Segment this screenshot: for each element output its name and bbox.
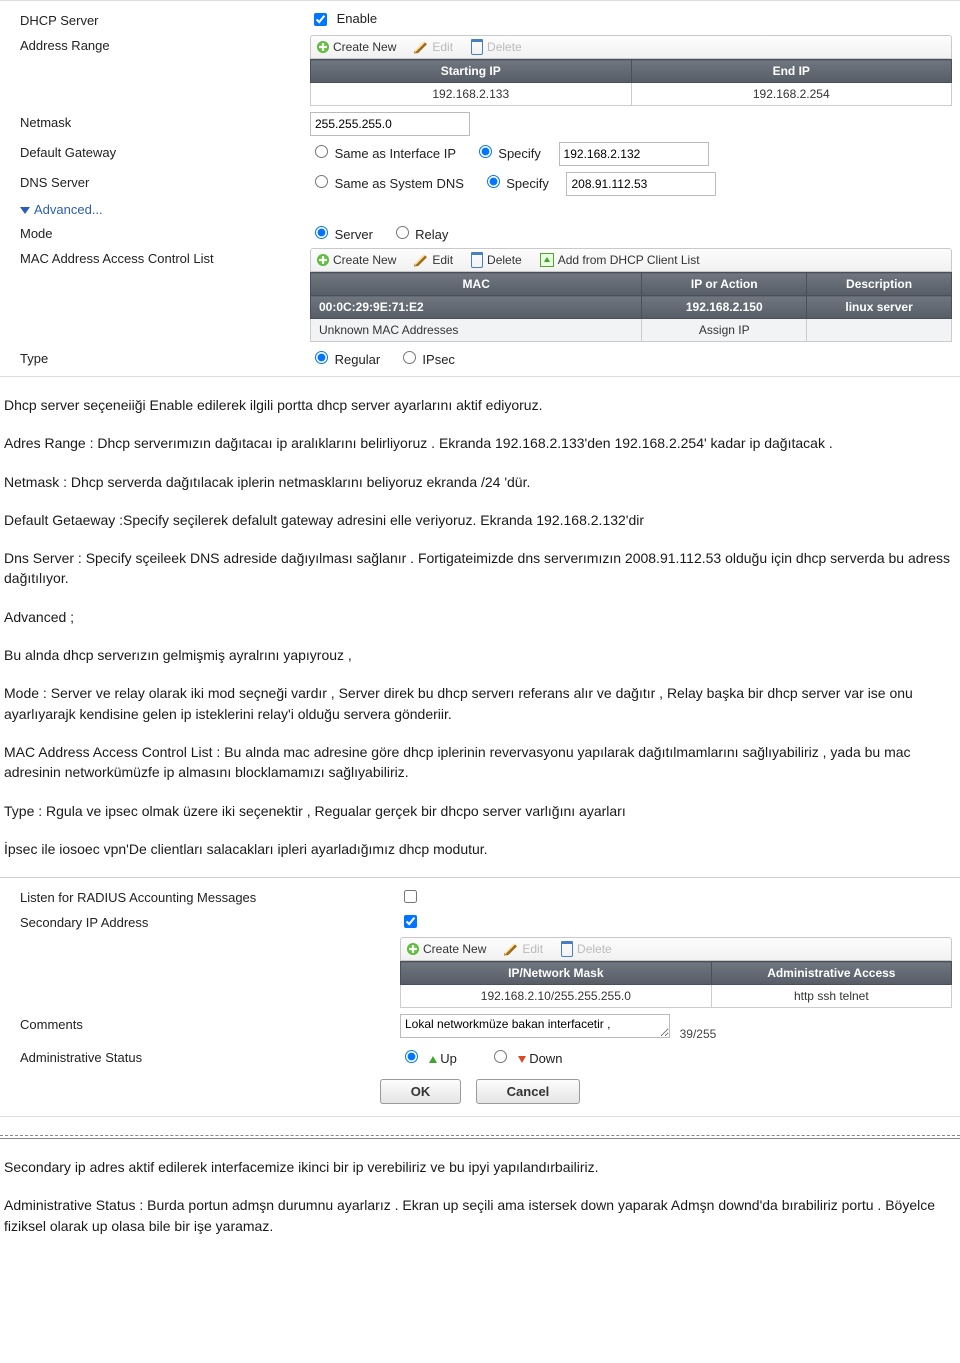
para: Bu alnda dhcp serverızın gelmişmiş ayral… — [4, 645, 956, 665]
comments-input[interactable] — [400, 1014, 670, 1038]
para: Default Getaeway :Specify seçilerek defa… — [4, 510, 956, 530]
plus-icon — [317, 41, 329, 53]
admin-down-radio[interactable] — [494, 1050, 507, 1063]
edit-icon — [414, 253, 428, 267]
comments-label: Comments — [0, 1014, 400, 1032]
table-row[interactable]: 192.168.2.133192.168.2.254 — [311, 83, 952, 106]
table-row[interactable]: 192.168.2.10/255.255.255.0http ssh telne… — [401, 985, 952, 1008]
delete-icon — [471, 252, 483, 268]
col-description: Description — [807, 273, 952, 296]
edit-button: Edit — [504, 942, 543, 956]
para: Administrative Status : Burda portun adm… — [4, 1195, 956, 1236]
create-new-button[interactable]: Create New — [317, 253, 396, 267]
advanced-toggle[interactable]: Advanced... — [0, 202, 103, 217]
addr-range-toolbar: Create New Edit Delete — [310, 35, 952, 59]
description-block-1: Dhcp server seçeneiiği Enable edilerek i… — [0, 395, 960, 859]
delete-button: Delete — [561, 941, 612, 957]
admin-up-radio[interactable] — [405, 1050, 418, 1063]
gw-input[interactable] — [559, 142, 709, 166]
mode-relay-radio[interactable] — [396, 226, 409, 239]
mode-server-radio[interactable] — [315, 226, 328, 239]
address-range-label: Address Range — [0, 35, 310, 53]
ok-button[interactable]: OK — [380, 1079, 462, 1104]
mode-label: Mode — [0, 223, 310, 241]
arrow-up-icon — [429, 1056, 437, 1063]
import-icon — [540, 253, 554, 267]
gw-same-radio[interactable] — [315, 145, 328, 158]
para: Type : Rgula ve ipsec olmak üzere iki se… — [4, 801, 956, 821]
delete-button[interactable]: Delete — [471, 252, 522, 268]
delete-button: Delete — [471, 39, 522, 55]
mac-acl-label: MAC Address Access Control List — [0, 248, 310, 266]
mac-acl-toolbar: Create New Edit Delete Add from DHCP Cli… — [310, 248, 952, 272]
plus-icon — [317, 254, 329, 266]
edit-icon — [504, 942, 518, 956]
secondary-ip-label: Secondary IP Address — [0, 912, 400, 930]
dns-server-label: DNS Server — [0, 172, 310, 190]
para: İpsec ile iosoec vpn'De clientları salac… — [4, 839, 956, 859]
secip-toolbar: Create New Edit Delete — [400, 937, 952, 961]
type-label: Type — [0, 348, 310, 366]
dns-specify-radio[interactable] — [487, 175, 500, 188]
netmask-label: Netmask — [0, 112, 310, 130]
secondary-config-panel: Listen for RADIUS Accounting Messages Se… — [0, 877, 960, 1117]
para: MAC Address Access Control List : Bu aln… — [4, 742, 956, 783]
delete-icon — [561, 941, 573, 957]
dhcp-config-panel: DHCP Server Enable Address Range Create … — [0, 0, 960, 377]
col-mac: MAC — [311, 273, 642, 296]
para: Secondary ip adres aktif edilerek interf… — [4, 1157, 956, 1177]
para: Advanced ; — [4, 607, 956, 627]
description-block-2: Secondary ip adres aktif edilerek interf… — [0, 1157, 960, 1236]
para: Adres Range : Dhcp serverımızın dağıtaca… — [4, 433, 956, 453]
create-new-button[interactable]: Create New — [407, 942, 486, 956]
secondary-ip-checkbox[interactable] — [404, 915, 417, 928]
dhcp-enable-text: Enable — [337, 11, 377, 26]
radius-label: Listen for RADIUS Accounting Messages — [0, 887, 400, 905]
dhcp-enable-checkbox[interactable] — [314, 13, 327, 26]
create-new-button[interactable]: Create New — [317, 40, 396, 54]
col-ip-action: IP or Action — [642, 273, 807, 296]
divider — [0, 1138, 960, 1139]
edit-button[interactable]: Edit — [414, 253, 453, 267]
col-starting-ip: Starting IP — [311, 60, 632, 83]
dns-same-radio[interactable] — [315, 175, 328, 188]
col-end-ip: End IP — [631, 60, 952, 83]
arrow-down-icon — [518, 1056, 526, 1063]
col-ip-mask: IP/Network Mask — [401, 962, 712, 985]
button-bar: OK Cancel — [0, 1069, 960, 1110]
table-row[interactable]: Unknown MAC Addresses Assign IP — [311, 319, 952, 342]
radius-checkbox[interactable] — [404, 890, 417, 903]
para: Mode : Server ve relay olarak iki mod se… — [4, 683, 956, 724]
chevron-down-icon — [20, 207, 30, 214]
para: Dns Server : Specify sçeileek DNS adresi… — [4, 548, 956, 589]
divider — [0, 1135, 960, 1136]
default-gateway-label: Default Gateway — [0, 142, 310, 160]
dhcp-server-label: DHCP Server — [0, 10, 310, 28]
type-regular-radio[interactable] — [315, 351, 328, 364]
import-button[interactable]: Add from DHCP Client List — [540, 253, 700, 267]
type-ipsec-radio[interactable] — [403, 351, 416, 364]
cancel-button[interactable]: Cancel — [476, 1079, 581, 1104]
plus-icon — [407, 943, 419, 955]
secondary-ip-table: IP/Network MaskAdministrative Access 192… — [400, 961, 952, 1008]
delete-icon — [471, 39, 483, 55]
comments-count: 39/255 — [680, 1027, 717, 1041]
table-row[interactable]: 00:0C:29:9E:71:E2 192.168.2.150 linux se… — [311, 296, 952, 319]
admin-status-label: Administrative Status — [0, 1047, 400, 1065]
col-admin-access: Administrative Access — [711, 962, 951, 985]
para: Dhcp server seçeneiiği Enable edilerek i… — [4, 395, 956, 415]
netmask-input[interactable] — [310, 112, 470, 136]
address-range-table: Starting IPEnd IP 192.168.2.133192.168.2… — [310, 59, 952, 106]
edit-button: Edit — [414, 40, 453, 54]
edit-icon — [414, 40, 428, 54]
para: Netmask : Dhcp serverda dağıtılacak iple… — [4, 472, 956, 492]
mac-acl-table: MACIP or ActionDescription 00:0C:29:9E:7… — [310, 272, 952, 342]
dns-input[interactable] — [566, 172, 716, 196]
gw-specify-radio[interactable] — [479, 145, 492, 158]
